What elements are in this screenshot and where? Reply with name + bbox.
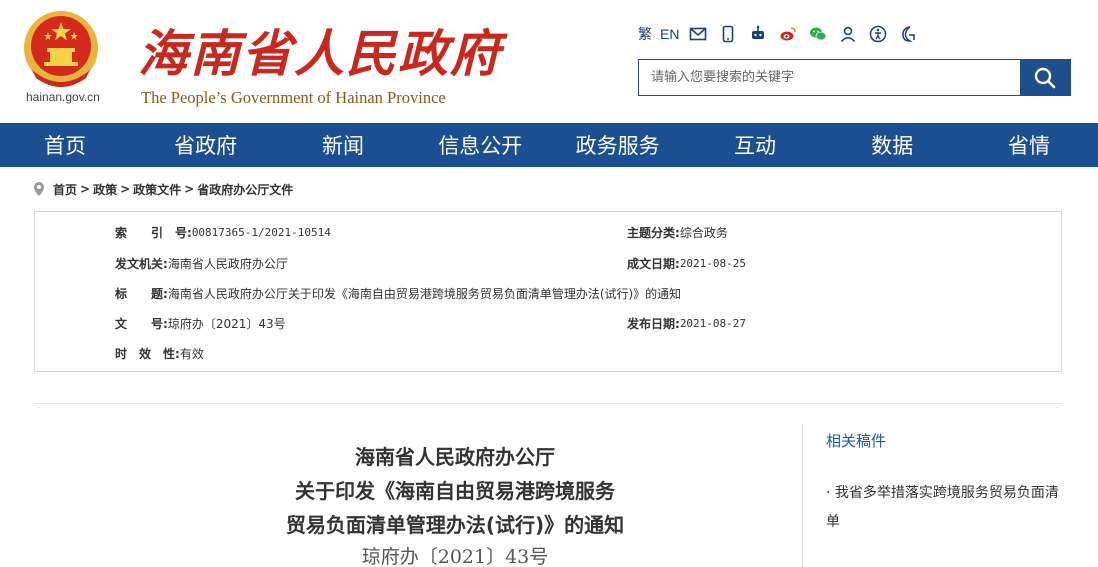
info-issuer-value: 海南省人民政府办公厅 xyxy=(167,256,288,271)
site-header: hainan.gov.cn 海南省人民政府 The People’s Gover… xyxy=(0,0,1098,123)
info-published: 发布日期: 2021-08-27 xyxy=(627,315,746,331)
info-issuer-label: 发文机关: xyxy=(115,256,168,271)
header-tools: 繁 EN xyxy=(638,22,919,46)
info-created-value: 2021-08-25 xyxy=(679,256,747,270)
nav-item-interaction[interactable]: 互动 xyxy=(686,123,823,167)
article-title-line-3: 贸易负面清单管理办法(试行)》的通知 xyxy=(285,513,625,537)
article-title-line-2: 关于印发《海南自由贸易港跨境服务 xyxy=(295,479,615,503)
info-published-value: 2021-08-27 xyxy=(679,316,747,330)
info-validity-label: 时 效 性: xyxy=(115,346,180,361)
search-button[interactable] xyxy=(1020,60,1070,95)
nav-item-disclosure[interactable]: 信息公开 xyxy=(412,123,549,167)
info-created-label: 成文日期: xyxy=(627,256,680,271)
english-link[interactable]: EN xyxy=(660,26,679,42)
info-category-value: 综合政务 xyxy=(679,225,728,240)
info-docno-value: 琼府办〔2021〕43号 xyxy=(167,316,286,331)
info-docno-label: 文 号: xyxy=(115,316,168,331)
nav-item-home[interactable]: 首页 xyxy=(0,123,137,167)
traditional-chinese-link[interactable]: 繁 xyxy=(638,24,652,44)
mail-icon[interactable] xyxy=(687,23,709,45)
user-icon[interactable] xyxy=(837,23,859,45)
info-index-label: 索 引 号: xyxy=(115,225,192,240)
sidebar-divider xyxy=(802,424,803,567)
breadcrumb-separator: > xyxy=(80,182,91,196)
info-index-value: 00817365-1/2021-10514 xyxy=(191,225,331,239)
info-validity-value: 有效 xyxy=(179,346,204,361)
site-domain: hainan.gov.cn xyxy=(26,90,100,104)
site-search xyxy=(638,59,1071,96)
related-item[interactable]: · 我省多举措落实跨境服务贸易负面清单 xyxy=(826,479,1071,537)
national-emblem-icon xyxy=(24,11,98,87)
robot-icon[interactable] xyxy=(747,23,769,45)
info-category-label: 主题分类: xyxy=(627,225,680,240)
info-title-label: 标 题: xyxy=(115,286,168,301)
elderly-mode-icon[interactable] xyxy=(897,23,919,45)
site-title[interactable]: 海南省人民政府 xyxy=(138,14,502,86)
main-nav: 首页 省政府 新闻 信息公开 政务服务 互动 数据 省情 xyxy=(0,123,1098,167)
info-published-label: 发布日期: xyxy=(627,316,680,331)
info-title: 标 题: 海南省人民政府办公厅关于印发《海南自由贸易港跨境服务贸易负面清单管理办… xyxy=(115,285,681,301)
info-docno: 文 号: 琼府办〔2021〕43号 xyxy=(115,315,286,331)
article-title-line-1: 海南省人民政府办公厅 xyxy=(355,445,555,469)
weibo-icon[interactable] xyxy=(777,23,799,45)
search-icon xyxy=(1034,67,1056,88)
breadcrumb-home[interactable]: 首页 xyxy=(53,181,77,198)
mobile-icon[interactable] xyxy=(717,23,739,45)
accessibility-icon[interactable] xyxy=(867,23,889,45)
info-issuer: 发文机关: 海南省人民政府办公厅 xyxy=(115,255,288,271)
breadcrumb-separator: > xyxy=(120,182,131,196)
document-info-table: 索 引 号: 00817365-1/2021-10514 主题分类: 综合政务 … xyxy=(34,211,1062,372)
search-input[interactable] xyxy=(639,60,1020,95)
nav-item-services[interactable]: 政务服务 xyxy=(549,123,686,167)
breadcrumb-policy[interactable]: 政策 xyxy=(93,181,117,198)
location-pin-icon xyxy=(34,182,44,196)
info-category: 主题分类: 综合政务 xyxy=(627,224,728,240)
info-index: 索 引 号: 00817365-1/2021-10514 xyxy=(115,224,331,240)
nav-item-province[interactable]: 省情 xyxy=(961,123,1098,167)
wechat-icon[interactable] xyxy=(807,23,829,45)
breadcrumb-policy-files[interactable]: 政策文件 xyxy=(133,181,181,198)
section-divider xyxy=(34,403,1062,404)
article-doc-number: 琼府办〔2021〕43号 xyxy=(361,546,549,567)
nav-item-government[interactable]: 省政府 xyxy=(137,123,274,167)
breadcrumb-separator: > xyxy=(184,182,195,196)
info-validity: 时 效 性: 有效 xyxy=(115,345,204,361)
info-title-value: 海南省人民政府办公厅关于印发《海南自由贸易港跨境服务贸易负面清单管理办法(试行)… xyxy=(167,286,682,301)
nav-item-news[interactable]: 新闻 xyxy=(274,123,411,167)
breadcrumb: 首页 > 政策 > 政策文件 > 省政府办公厅文件 xyxy=(33,180,293,198)
breadcrumb-office-files[interactable]: 省政府办公厅文件 xyxy=(197,181,293,198)
site-subtitle: The People’s Government of Hainan Provin… xyxy=(141,88,446,107)
info-created: 成文日期: 2021-08-25 xyxy=(627,255,746,271)
article-heading: 海南省人民政府办公厅 关于印发《海南自由贸易港跨境服务 贸易负面清单管理办法(试… xyxy=(150,440,760,567)
related-heading: 相关稿件 xyxy=(826,432,887,450)
nav-item-data[interactable]: 数据 xyxy=(824,123,961,167)
